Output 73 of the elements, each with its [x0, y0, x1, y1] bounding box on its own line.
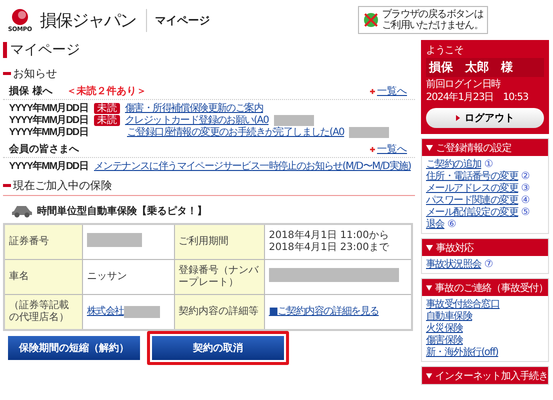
redacted-block	[124, 306, 160, 318]
sidebar-link[interactable]: メールアドレスの変更	[426, 181, 518, 195]
group-title: 会員の皆さまへ	[9, 144, 79, 155]
sidebar-section-title: 事故対応	[422, 239, 548, 256]
sidebar-link[interactable]: 退会	[426, 217, 444, 231]
sidebar-section-title: 事故のご連絡（事故受付）	[422, 279, 548, 296]
sidebar-link[interactable]: ご契約の追加	[426, 157, 482, 171]
list-link[interactable]: 一覧へ	[370, 84, 407, 98]
product-name: 時間単位型自動車保険【乗るピタ！】	[37, 204, 207, 218]
news-link[interactable]: ご登録口座情報の変更のお手続きが完了しました(A0	[127, 125, 344, 139]
redacted-block	[274, 114, 314, 126]
unread-badge: 未読	[94, 114, 120, 126]
plus-icon	[370, 146, 375, 152]
list-link[interactable]: 一覧へ	[370, 142, 407, 156]
news-link[interactable]: メンテナンスに伴うマイページサービス一時停止のお知らせ(M/D〜M/D実施)	[94, 159, 411, 173]
logout-button[interactable]: ログアウト	[426, 108, 544, 128]
sidebar-link[interactable]: 事故受付総合窓口	[426, 297, 500, 311]
field-label: 契約内容の詳細等	[178, 306, 259, 317]
step-number: ⑦	[484, 258, 494, 270]
section-heading: 現在ご加入中の保険	[13, 178, 112, 193]
sidebar-link[interactable]: 事故状況照会	[426, 257, 482, 271]
triangle-down-icon	[426, 284, 432, 290]
step-number: ③	[521, 182, 530, 194]
plus-icon	[370, 88, 375, 94]
section-heading: お知らせ	[13, 66, 57, 81]
back-button-notice: ブラウザの戻るボタンは ご利用いただけません。	[358, 6, 488, 34]
login-label: 前回ログイン日時	[426, 79, 502, 90]
news-date: YYYY年MM月DD日	[9, 160, 89, 173]
unread-badge: 未読	[94, 102, 120, 114]
page-title: マイページ	[3, 42, 415, 58]
field-value: ニッサン	[86, 271, 127, 282]
news-date: YYYY年MM月DD日	[9, 126, 89, 139]
triangle-down-icon	[426, 372, 432, 378]
news-link[interactable]: クレジットカード登録のお願い(A0	[125, 113, 269, 127]
news-date: YYYY年MM月DD日	[9, 114, 89, 126]
sidebar-link[interactable]: 傷害保険	[426, 333, 463, 347]
field-label: （証券等記載の代理店名）	[9, 300, 69, 323]
step-number: ①	[484, 158, 494, 170]
redacted-block	[86, 233, 142, 247]
step-number: ④	[521, 194, 530, 206]
field-value: 2018年4月1日 11:00から 2018年4月1日 23:00まで	[268, 230, 389, 253]
triangle-down-icon	[426, 244, 433, 250]
sidebar-link[interactable]: 火災保険	[426, 321, 463, 335]
sidebar-link[interactable]: メール配信設定の変更	[426, 205, 518, 219]
detail-link[interactable]: 株式会社	[86, 306, 124, 318]
news-date: YYYY年MM月DD日	[9, 102, 89, 114]
sidebar-link[interactable]: 新・海外旅行(off)	[426, 345, 498, 359]
step-number: ②	[521, 170, 530, 182]
field-label: 車名	[9, 271, 29, 282]
redacted-block	[349, 126, 390, 138]
sidebar-link[interactable]: 住所・電話番号の変更	[426, 169, 518, 183]
field-label: ご利用期間	[178, 236, 229, 247]
triangle-down-icon	[426, 144, 433, 150]
arrow-right-icon	[456, 115, 460, 121]
unread-count: ＜未読２件あり＞	[66, 86, 146, 97]
user-name: 損保 太郎 様	[426, 58, 544, 77]
step-number: ⑥	[447, 218, 456, 230]
greeting: ようこそ	[426, 45, 464, 56]
sidebar-section-title: ご登録情報の設定	[422, 139, 548, 156]
step-number: ⑤	[521, 206, 530, 218]
login-time: 2024年1月23日 10:53	[426, 92, 530, 103]
action-button[interactable]: 契約の取消	[147, 331, 289, 365]
group-title: 損保 様へ	[9, 86, 52, 97]
news-link[interactable]: 傷害・所得補償保険更新のご案内	[125, 101, 264, 115]
sidebar-link[interactable]: パスワード関連の変更	[426, 193, 518, 207]
prohibited-icon	[362, 12, 379, 28]
field-label: 登録番号（ナンバープレート）	[178, 265, 259, 288]
car-icon	[11, 204, 33, 218]
section-title: マイページ	[154, 12, 210, 28]
field-label: 証券番号	[9, 236, 49, 247]
brand-name: 損保ジャパン	[40, 8, 147, 32]
sidebar-link[interactable]: 自動車保険	[426, 309, 472, 323]
sidebar-section-title: インターネット加入手続き	[422, 367, 548, 384]
